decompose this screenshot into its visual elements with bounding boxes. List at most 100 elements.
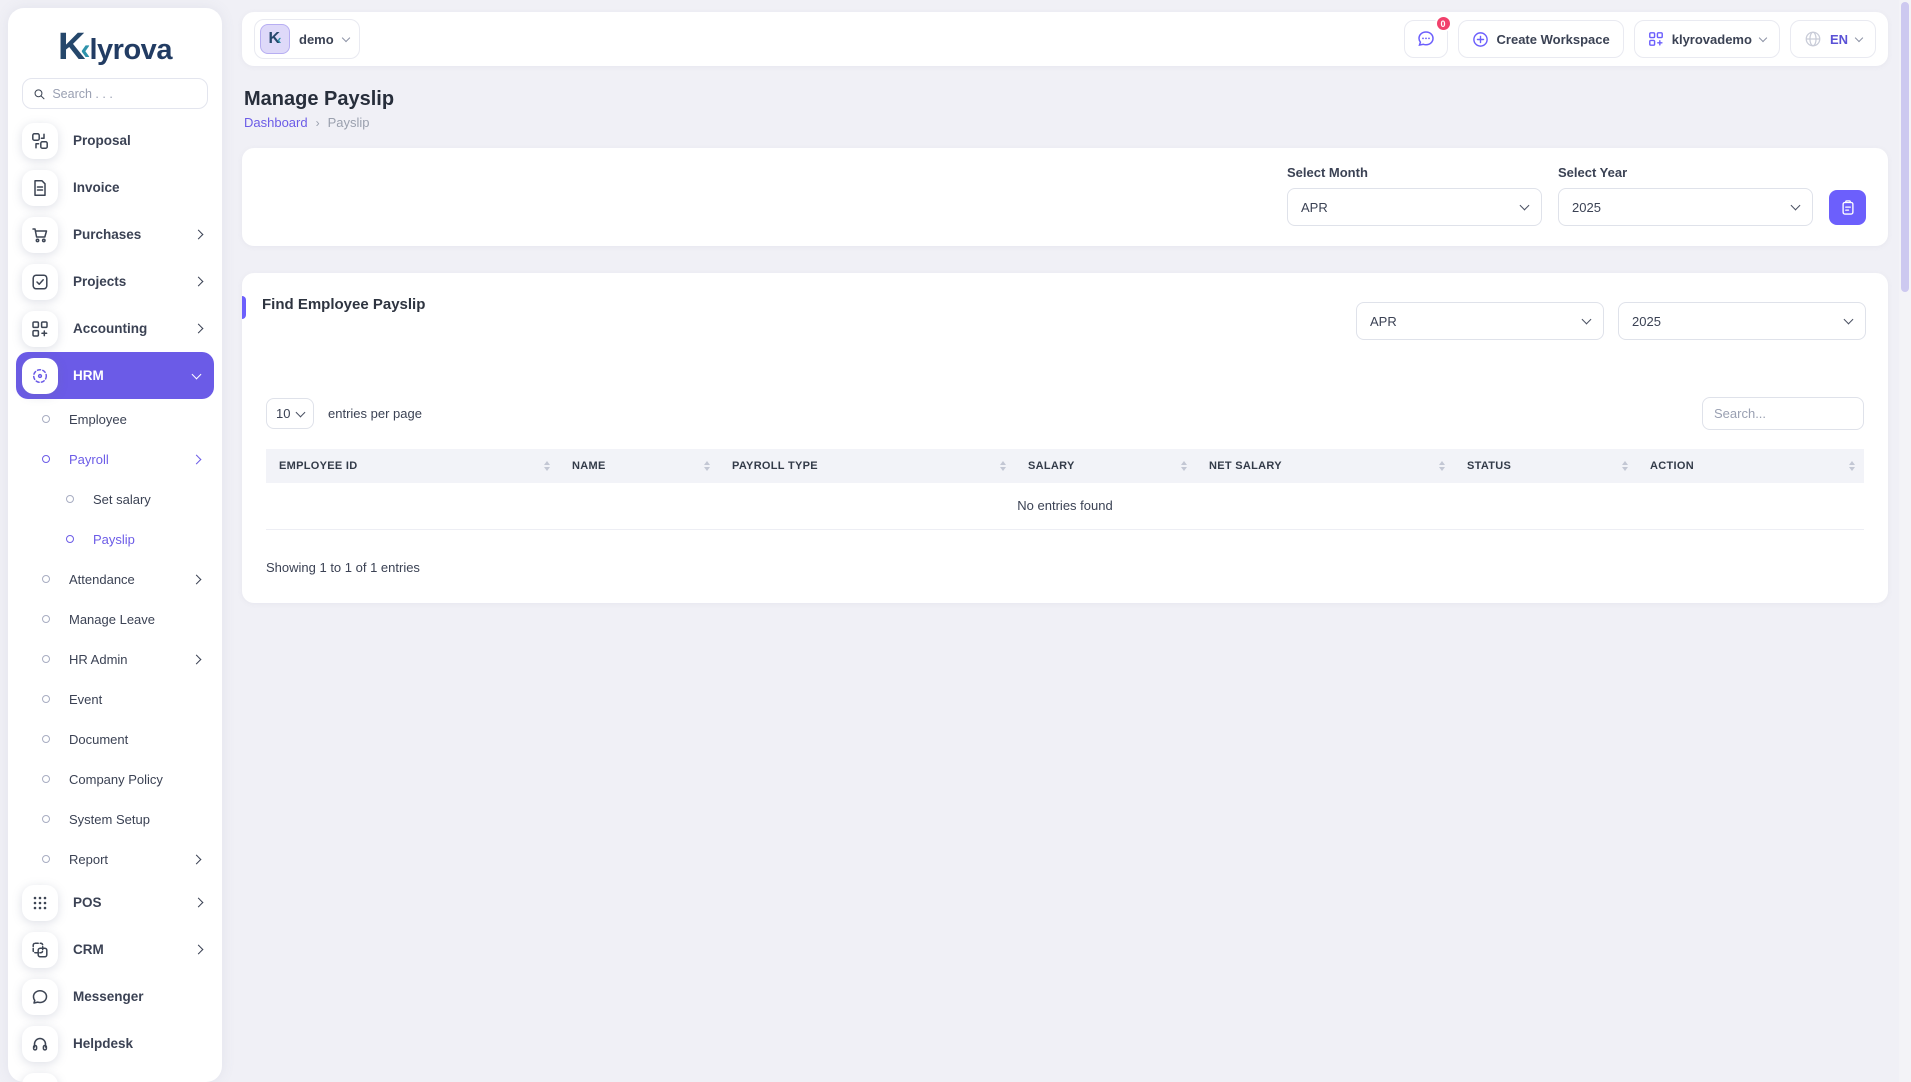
sidebar-item-proposal[interactable]: Proposal: [8, 117, 222, 164]
find-card-filters: APR 2025: [1356, 302, 1866, 340]
chat-icon: [1416, 29, 1436, 49]
column-header-action[interactable]: ACTION: [1637, 449, 1864, 483]
sidebar-item-label: HR Admin: [69, 652, 174, 667]
sidebar-item-company-policy[interactable]: Company Policy: [8, 759, 222, 799]
chevron-right-icon: [194, 324, 204, 334]
chevron-down-icon: [192, 369, 202, 379]
bullet-icon: [66, 495, 74, 503]
sidebar-item-label: Messenger: [73, 989, 202, 1004]
sidebar-item-hr-admin[interactable]: HR Admin: [8, 639, 222, 679]
sidebar-item-system-setup[interactable]: System Setup: [8, 799, 222, 839]
clipboard-icon: [1840, 200, 1856, 216]
sidebar-search-input[interactable]: [52, 87, 197, 101]
table-search-input[interactable]: [1702, 397, 1864, 430]
sidebar-item-label: Projects: [73, 274, 180, 289]
chevron-down-icon: [296, 407, 306, 417]
chevron-right-icon: [194, 945, 204, 955]
brand-logo[interactable]: K‹lyrova: [8, 8, 222, 66]
column-header-payroll-type[interactable]: PAYROLL TYPE: [719, 449, 1015, 483]
globe-icon: [1804, 30, 1822, 48]
bullet-icon: [42, 575, 50, 583]
sidebar-item-messenger[interactable]: Messenger: [8, 973, 222, 1020]
sidebar-item-helpdesk[interactable]: Helpdesk: [8, 1020, 222, 1067]
entries-per-page-label: entries per page: [328, 406, 422, 421]
chevron-down-icon: [1791, 201, 1801, 211]
sidebar-item-event[interactable]: Event: [8, 679, 222, 719]
sidebar-item-attendance[interactable]: Attendance: [8, 559, 222, 599]
sidebar-item-set-salary[interactable]: Set salary: [8, 479, 222, 519]
scrollbar-thumb[interactable]: [1901, 2, 1909, 292]
sidebar-item-label: Helpdesk: [73, 1036, 202, 1051]
sidebar-item-projects[interactable]: Projects: [8, 258, 222, 305]
select-year-label: Select Year: [1558, 165, 1813, 180]
month-select[interactable]: APR: [1287, 188, 1542, 226]
page-title: Manage Payslip: [244, 88, 1886, 111]
find-year-select[interactable]: 2025: [1618, 302, 1866, 340]
year-select[interactable]: 2025: [1558, 188, 1813, 226]
column-header-employee-id[interactable]: EMPLOYEE ID: [266, 449, 559, 483]
column-header-status[interactable]: STATUS: [1454, 449, 1637, 483]
table-controls: 10 entries per page: [242, 397, 1888, 430]
chevron-right-icon: [194, 898, 204, 908]
sidebar-item-purchases[interactable]: Purchases: [8, 211, 222, 258]
chevron-right-icon: [192, 654, 202, 664]
sort-icon[interactable]: [704, 461, 710, 471]
empty-state-text: No entries found: [266, 483, 1864, 530]
sidebar-item-employee[interactable]: Employee: [8, 399, 222, 439]
sidebar-item-crm[interactable]: CRM: [8, 926, 222, 973]
sidebar: K‹lyrova Proposal Invoice Purchases: [8, 8, 222, 1082]
select-month-field: Select Month APR: [1287, 165, 1542, 226]
sidebar-item-label: Purchases: [73, 227, 180, 242]
sidebar-item-hrm[interactable]: HRM: [16, 352, 214, 399]
invoice-icon: [22, 170, 58, 206]
breadcrumb: Dashboard › Payslip: [244, 115, 1888, 130]
sidebar-item-payslip[interactable]: Payslip: [8, 519, 222, 559]
chevron-right-icon: [192, 454, 202, 464]
column-header-salary[interactable]: SALARY: [1015, 449, 1196, 483]
select-year-field: Select Year 2025: [1558, 165, 1813, 226]
language-selector[interactable]: EN: [1790, 20, 1876, 58]
sort-icon[interactable]: [544, 461, 550, 471]
sidebar-item-settings[interactable]: Settings: [8, 1067, 222, 1082]
page-size-select[interactable]: 10: [266, 398, 314, 429]
column-header-net-salary[interactable]: NET SALARY: [1196, 449, 1454, 483]
sidebar-item-pos[interactable]: POS: [8, 879, 222, 926]
sidebar-item-manage-leave[interactable]: Manage Leave: [8, 599, 222, 639]
chat-bubble-icon: [22, 979, 58, 1015]
sort-icon[interactable]: [1439, 461, 1445, 471]
sidebar-item-payroll[interactable]: Payroll: [8, 439, 222, 479]
messages-button[interactable]: 0: [1404, 20, 1448, 58]
workspace-avatar: K‹: [260, 24, 290, 54]
sidebar-item-label: Invoice: [73, 180, 202, 195]
workspace-selector[interactable]: K‹ demo: [254, 19, 360, 59]
bullet-icon: [42, 455, 50, 463]
sidebar-item-label: Accounting: [73, 321, 180, 336]
sidebar-item-label: Report: [69, 852, 174, 867]
sidebar-item-report[interactable]: Report: [8, 839, 222, 879]
sort-icon[interactable]: [1849, 461, 1855, 471]
dots-grid-icon: [22, 885, 58, 921]
find-employee-payslip-card: Find Employee Payslip APR 2025 10 entrie…: [242, 273, 1888, 603]
account-menu[interactable]: klyrovademo: [1634, 20, 1780, 58]
accent-bar: [242, 296, 246, 319]
breadcrumb-current: Payslip: [328, 115, 370, 130]
column-header-name[interactable]: NAME: [559, 449, 719, 483]
sidebar-item-label: Set salary: [93, 492, 200, 507]
chevron-down-icon: [1844, 315, 1854, 325]
page-size-value: 10: [276, 406, 290, 421]
chevron-right-icon: [194, 277, 204, 287]
sort-icon[interactable]: [1000, 461, 1006, 471]
sort-icon[interactable]: [1181, 461, 1187, 471]
notification-badge: 0: [1435, 15, 1452, 32]
bullet-icon: [66, 535, 74, 543]
sort-icon[interactable]: [1622, 461, 1628, 471]
sidebar-item-invoice[interactable]: Invoice: [8, 164, 222, 211]
sidebar-item-document[interactable]: Document: [8, 719, 222, 759]
page-scrollbar[interactable]: [1899, 0, 1911, 1082]
breadcrumb-dashboard-link[interactable]: Dashboard: [244, 115, 308, 130]
create-workspace-button[interactable]: Create Workspace: [1458, 20, 1624, 58]
find-month-select[interactable]: APR: [1356, 302, 1604, 340]
sidebar-item-accounting[interactable]: Accounting: [8, 305, 222, 352]
generate-payslip-button[interactable]: [1829, 190, 1866, 225]
sidebar-search[interactable]: [22, 78, 208, 109]
